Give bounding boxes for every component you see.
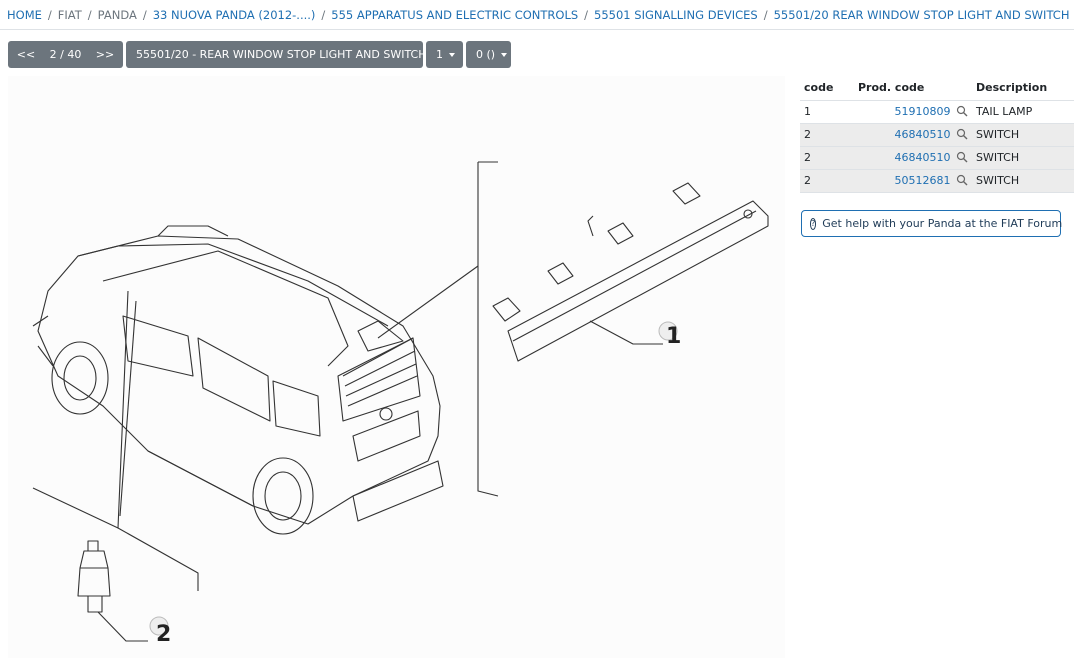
row-prod-code: 51910809 (854, 100, 972, 124)
sheet-select[interactable]: 1 (426, 41, 463, 68)
sheet-select-label: 1 (436, 48, 443, 61)
table-row[interactable]: 1 51910809 TAIL LAMP (800, 100, 1074, 124)
breadcrumb-separator: / (763, 7, 768, 22)
breadcrumb-separator: / (87, 7, 92, 22)
car-illustration (32, 225, 444, 535)
breadcrumb-panda[interactable]: PANDA (98, 8, 137, 22)
forum-help-button[interactable]: ? Get help with your Panda at the FIAT F… (801, 210, 1063, 237)
row-description: SWITCH (972, 123, 1074, 147)
column-header-prod-code: Prod. code (854, 76, 972, 101)
forum-help-label: Get help with your Panda at the FIAT For… (822, 217, 1063, 230)
chevron-down-icon (501, 52, 508, 57)
table-header-row: code Prod. code Description (800, 76, 1074, 101)
page-counter: 2 / 40 (49, 48, 82, 61)
variant-select-label: 0 () (476, 48, 496, 61)
next-button[interactable]: >> (87, 48, 123, 61)
breadcrumb-fiat[interactable]: FIAT (58, 8, 82, 22)
breadcrumb-separator: / (142, 7, 147, 22)
brake-switch-part (77, 540, 148, 642)
search-icon[interactable] (956, 128, 968, 140)
diagram-svg: 1 2 (32, 161, 769, 647)
breadcrumb-group[interactable]: 555 APPARATUS AND ELECTRIC CONTROLS (331, 8, 578, 22)
row-code: 2 (800, 169, 854, 193)
callout-2[interactable]: 2 (149, 616, 171, 647)
row-code: 1 (800, 100, 854, 124)
column-header-description: Description (972, 76, 1074, 101)
parts-table: code Prod. code Description 1 51910809 T… (800, 76, 1074, 193)
callout-2-label: 2 (156, 622, 171, 647)
prod-code-link[interactable]: 46840510 (895, 128, 951, 141)
stop-light-part (492, 182, 769, 362)
table-row[interactable]: 2 46840510 SWITCH (800, 146, 1074, 170)
row-prod-code: 46840510 (854, 146, 972, 170)
row-code: 2 (800, 146, 854, 170)
pager: << 2 / 40 >> (8, 41, 123, 68)
chevron-down-icon (449, 52, 455, 57)
row-code: 2 (800, 123, 854, 147)
callout-1-label: 1 (666, 324, 681, 349)
breadcrumb-separator: / (47, 7, 52, 22)
breadcrumb-subgroup[interactable]: 55501 SIGNALLING DEVICES (594, 8, 758, 22)
parts-diagram: 1 2 (8, 76, 785, 658)
callout-1[interactable]: 1 (658, 321, 681, 349)
breadcrumb: HOME / FIAT / PANDA / 33 NUOVA PANDA (20… (0, 0, 1074, 30)
toolbar: << 2 / 40 >> 55501/20 - REAR WINDOW STOP… (8, 41, 511, 68)
prod-code-link[interactable]: 50512681 (895, 174, 951, 187)
column-header-code: code (800, 76, 854, 101)
group-select[interactable]: 55501/20 - REAR WINDOW STOP LIGHT AND SW… (126, 41, 439, 68)
table-row[interactable]: 2 50512681 SWITCH (800, 169, 1074, 193)
breadcrumb-separator: / (584, 7, 589, 22)
row-description: SWITCH (972, 146, 1074, 170)
variant-select[interactable]: 0 () (466, 41, 511, 68)
row-prod-code: 50512681 (854, 169, 972, 193)
search-icon[interactable] (956, 174, 968, 186)
breadcrumb-table[interactable]: 55501/20 REAR WINDOW STOP LIGHT AND SWIT… (774, 8, 1070, 22)
breadcrumb-home[interactable]: HOME (7, 8, 42, 22)
prod-code-link[interactable]: 51910809 (895, 105, 951, 118)
prev-button[interactable]: << (8, 48, 44, 61)
prod-code-link[interactable]: 46840510 (895, 151, 951, 164)
question-circle-icon: ? (810, 217, 817, 230)
group-select-label: 55501/20 - REAR WINDOW STOP LIGHT AND SW… (136, 48, 427, 61)
table-row[interactable]: 2 46840510 SWITCH (800, 123, 1074, 147)
search-icon[interactable] (956, 105, 968, 117)
row-description: SWITCH (972, 169, 1074, 193)
row-description: TAIL LAMP (972, 100, 1074, 124)
breadcrumb-separator: / (321, 7, 326, 22)
row-prod-code: 46840510 (854, 123, 972, 147)
search-icon[interactable] (956, 151, 968, 163)
breadcrumb-model[interactable]: 33 NUOVA PANDA (2012-....) (153, 8, 316, 22)
